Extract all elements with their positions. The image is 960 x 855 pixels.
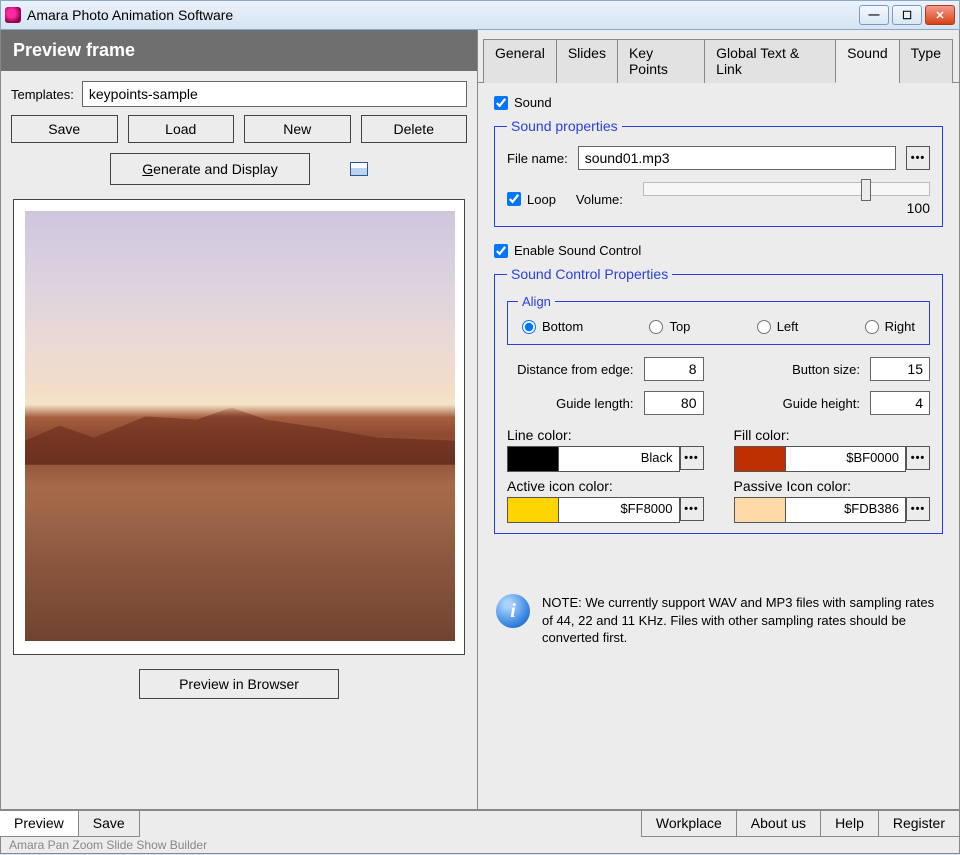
align-top-radio[interactable]: Top (649, 319, 690, 334)
guide-length-input[interactable] (644, 391, 704, 415)
bottom-tabs: PreviewSave WorkplaceAbout usHelpRegiste… (0, 810, 960, 837)
loop-checkbox[interactable] (507, 192, 521, 206)
fill-color-label: Fill color: (734, 427, 931, 443)
align-left-radio[interactable]: Left (757, 319, 799, 334)
guide-height-input[interactable] (870, 391, 930, 415)
line-color-value: Black (559, 446, 680, 472)
templates-input[interactable] (82, 81, 467, 107)
bottom-tab-register[interactable]: Register (878, 811, 960, 837)
file-name-label: File name: (507, 151, 568, 166)
enable-sound-control-checkbox[interactable] (494, 244, 508, 258)
file-name-input[interactable] (578, 146, 896, 170)
sound-control-legend: Sound Control Properties (507, 266, 672, 282)
distance-label: Distance from edge: (517, 362, 633, 377)
enable-sound-control-label: Enable Sound Control (514, 243, 641, 258)
settings-tabs: GeneralSlidesKey PointsGlobal Text & Lin… (478, 30, 959, 83)
button-size-input[interactable] (870, 357, 930, 381)
titlebar: Amara Photo Animation Software — ☐ ✕ (0, 0, 960, 30)
active-icon-color-browse[interactable]: ••• (680, 497, 704, 521)
preview-header: Preview frame (1, 30, 477, 71)
templates-label: Templates: (11, 87, 74, 102)
preview-in-browser-button[interactable]: Preview in Browser (139, 669, 339, 699)
passive-icon-color-browse[interactable]: ••• (906, 497, 930, 521)
fill-color-swatch[interactable] (734, 446, 786, 472)
delete-button[interactable]: Delete (361, 115, 468, 143)
status-bar: Amara Pan Zoom Slide Show Builder (0, 837, 960, 854)
minimize-button[interactable]: — (859, 5, 889, 25)
bottom-tab-preview[interactable]: Preview (0, 811, 79, 837)
line-color-label: Line color: (507, 427, 704, 443)
tab-sound[interactable]: Sound (835, 39, 899, 83)
preview-image (25, 211, 455, 641)
tab-slides[interactable]: Slides (556, 39, 618, 83)
align-bottom-radio[interactable]: Bottom (522, 319, 583, 334)
tab-general[interactable]: General (483, 39, 557, 83)
fill-color-value: $BF0000 (786, 446, 907, 472)
line-color-swatch[interactable] (507, 446, 559, 472)
distance-input[interactable] (644, 357, 704, 381)
align-group: Align Bottom Top Left Right (507, 294, 930, 345)
save-button[interactable]: Save (11, 115, 118, 143)
passive-icon-color-value: $FDB386 (786, 497, 907, 523)
guide-height-label: Guide height: (783, 396, 860, 411)
tab-type[interactable]: Type (899, 39, 953, 83)
button-size-label: Button size: (792, 362, 860, 377)
info-icon: i (496, 594, 530, 628)
volume-value: 100 (907, 200, 930, 216)
bottom-tab-workplace[interactable]: Workplace (641, 811, 737, 837)
window-icon[interactable] (350, 162, 368, 176)
active-icon-color-swatch[interactable] (507, 497, 559, 523)
align-right-radio[interactable]: Right (865, 319, 915, 334)
note-text: NOTE: We currently support WAV and MP3 f… (542, 594, 941, 647)
sound-properties-legend: Sound properties (507, 118, 622, 134)
settings-panel: GeneralSlidesKey PointsGlobal Text & Lin… (478, 30, 960, 810)
file-browse-button[interactable]: ••• (906, 146, 930, 170)
sound-properties-group: Sound properties File name: ••• Loop Vol… (494, 118, 943, 227)
volume-label: Volume: (576, 192, 623, 207)
volume-slider-thumb[interactable] (861, 179, 871, 201)
active-icon-color-label: Active icon color: (507, 478, 704, 494)
active-icon-color-value: $FF8000 (559, 497, 680, 523)
tab-global-text-link[interactable]: Global Text & Link (704, 39, 836, 83)
window-title: Amara Photo Animation Software (27, 7, 233, 23)
bottom-tab-about-us[interactable]: About us (736, 811, 821, 837)
sound-checkbox[interactable] (494, 96, 508, 110)
preview-panel: Preview frame Templates: Save Load New D… (0, 30, 478, 810)
line-color-browse[interactable]: ••• (680, 446, 704, 470)
sound-control-properties-group: Sound Control Properties Align Bottom Top… (494, 266, 943, 534)
volume-slider[interactable] (643, 182, 930, 196)
passive-icon-color-swatch[interactable] (734, 497, 786, 523)
app-icon (5, 7, 21, 23)
new-button[interactable]: New (244, 115, 351, 143)
align-legend: Align (518, 294, 555, 309)
guide-length-label: Guide length: (556, 396, 633, 411)
preview-frame (13, 199, 465, 655)
sound-checkbox-label: Sound (514, 95, 552, 110)
bottom-tab-help[interactable]: Help (820, 811, 879, 837)
bottom-tab-save[interactable]: Save (78, 811, 140, 837)
note-row: i NOTE: We currently support WAV and MP3… (494, 588, 943, 647)
close-button[interactable]: ✕ (925, 5, 955, 25)
generate-and-display-button[interactable]: Generate and Display (110, 153, 310, 185)
fill-color-browse[interactable]: ••• (906, 446, 930, 470)
passive-icon-color-label: Passive Icon color: (734, 478, 931, 494)
loop-label: Loop (527, 192, 556, 207)
tab-key-points[interactable]: Key Points (617, 39, 705, 83)
load-button[interactable]: Load (128, 115, 235, 143)
maximize-button[interactable]: ☐ (892, 5, 922, 25)
